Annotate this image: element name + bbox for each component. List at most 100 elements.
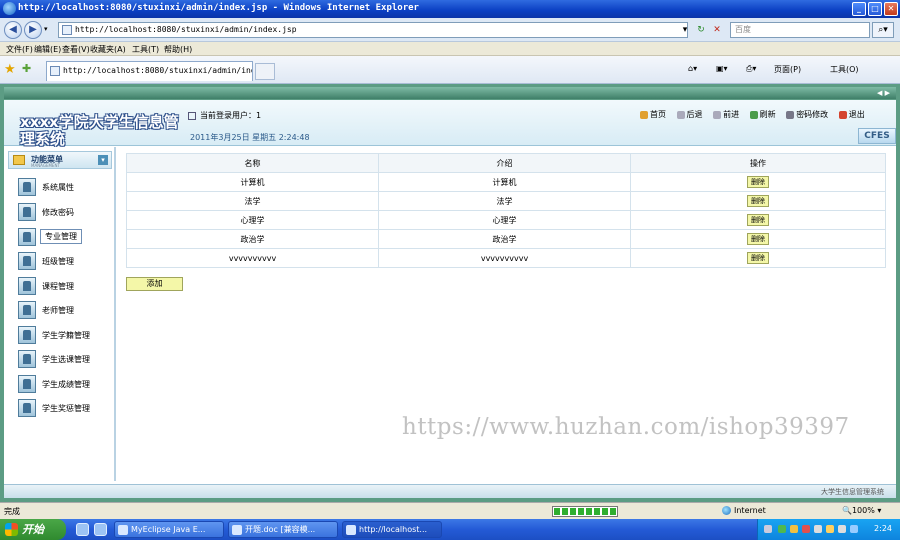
quicklaunch-desktop-icon[interactable] — [76, 523, 89, 536]
zoom-level[interactable]: 🔍100% ▾ — [842, 506, 881, 515]
table-header-row: 名称 介绍 操作 — [126, 153, 886, 173]
stop-icon[interactable]: ✕ — [710, 22, 724, 38]
print-icon[interactable]: ⎙▾ — [746, 64, 756, 74]
sidebar-item-student-record[interactable]: 学生学籍管理 — [18, 325, 108, 345]
app-content: xxxx学院大学生信息管理系统 当前登录用户：1 2011年3月25日 星期五 … — [4, 100, 896, 498]
nav-change-password[interactable]: 密码修改 — [786, 109, 828, 120]
window-title-bar: http://localhost:8080/stuxinxi/admin/ind… — [0, 0, 900, 18]
menu-edit[interactable]: 编辑(E) — [34, 44, 61, 55]
table-row: vvvvvvvvvv vvvvvvvvvv 删除 — [126, 248, 886, 268]
tools-menu[interactable]: 工具(O) — [830, 64, 859, 75]
new-tab-button[interactable] — [255, 63, 275, 80]
forward-icon — [713, 110, 722, 119]
address-dropdown-icon[interactable]: ▾ — [678, 22, 692, 38]
sidebar-item-label: 班级管理 — [42, 257, 74, 266]
column-header-name: 名称 — [126, 153, 379, 173]
tray-keyboard-icon[interactable] — [764, 525, 772, 533]
folder-icon — [13, 155, 25, 165]
sidebar-item-rewards[interactable]: 学生奖惩管理 — [18, 398, 108, 418]
menu-subtitle: MANAGEMENT — [31, 163, 60, 168]
delete-button[interactable]: 删除 — [747, 214, 769, 226]
window-title: http://localhost:8080/stuxinxi/admin/ind… — [18, 3, 419, 13]
collapse-toggle-icon[interactable]: ▾ — [98, 155, 108, 165]
main-content: 名称 介绍 操作 计算机 计算机 删除 法学 法学 删除 心理学 心理学 删除 … — [126, 153, 886, 291]
delete-button[interactable]: 删除 — [747, 252, 769, 264]
forward-button[interactable]: ▶ — [24, 21, 42, 39]
menu-help[interactable]: 帮助(H) — [164, 44, 192, 55]
tray-user-icon[interactable] — [826, 525, 834, 533]
start-button[interactable]: 开始 — [0, 519, 66, 540]
address-text: http://localhost:8080/stuxinxi/admin/ind… — [75, 25, 297, 34]
sidebar-item-system[interactable]: 系统属性 — [18, 177, 108, 197]
module-icon — [18, 277, 36, 295]
sidebar-item-teacher[interactable]: 老师管理 — [18, 300, 108, 320]
nav-home[interactable]: 首页 — [640, 109, 666, 120]
minimize-button[interactable]: _ — [852, 2, 866, 16]
module-icon — [18, 301, 36, 319]
logout-icon — [838, 110, 847, 119]
column-header-intro: 介绍 — [378, 153, 631, 173]
datetime: 2011年3月25日 星期五 2:24:48 — [190, 133, 310, 142]
ie-logo-icon — [3, 2, 16, 15]
tray-misc-icon[interactable] — [850, 525, 858, 533]
sidebar-item-password[interactable]: 修改密码 — [18, 202, 108, 222]
zone-text: Internet — [734, 506, 766, 515]
task-icon — [232, 525, 242, 535]
sidebar-item-label: 课程管理 — [42, 282, 74, 291]
tray-volume-icon[interactable] — [838, 525, 846, 533]
tray-network-icon[interactable] — [814, 525, 822, 533]
add-button[interactable]: 添加 — [126, 277, 183, 291]
refresh-icon[interactable]: ↻ — [694, 22, 708, 38]
sidebar-item-label: 老师管理 — [42, 306, 74, 315]
page-menu[interactable]: 页面(P) — [774, 64, 801, 75]
delete-button[interactable]: 删除 — [747, 233, 769, 245]
tray-qq-icon[interactable] — [790, 525, 798, 533]
task-ie[interactable]: http://localhost... — [342, 521, 442, 538]
maximize-button[interactable]: □ — [868, 2, 882, 16]
favorites-star-icon[interactable]: ★ — [4, 62, 16, 77]
status-bar: 完成 Internet 🔍100% ▾ — [0, 502, 900, 519]
menu-tools[interactable]: 工具(T) — [132, 44, 159, 55]
app-footer: 大学生信息管理系统 — [4, 484, 896, 498]
sidebar-item-label: 学生学籍管理 — [42, 331, 90, 340]
tab-current[interactable]: http://localhost:8080/stuxinxi/admin/ind… — [46, 61, 253, 81]
menu-favorites[interactable]: 收藏夹(A) — [90, 44, 126, 55]
search-input[interactable]: 百度 — [730, 22, 870, 38]
quicklaunch-ie-icon[interactable] — [94, 523, 107, 536]
nav-logout[interactable]: 退出 — [838, 109, 865, 120]
address-toolbar: ◀ ▶ ▾ http://localhost:8080/stuxinxi/adm… — [0, 18, 900, 42]
menu-file[interactable]: 文件(F) — [6, 44, 33, 55]
sidebar-item-major[interactable]: 专业管理 — [18, 227, 108, 247]
task-label: 开题.doc [兼容模... — [245, 525, 316, 534]
menu-view[interactable]: 查看(V) — [62, 44, 90, 55]
delete-button[interactable]: 删除 — [747, 195, 769, 207]
nav-arrows-icon[interactable]: ◀ ▶ — [877, 87, 890, 99]
address-field[interactable]: http://localhost:8080/stuxinxi/admin/ind… — [58, 22, 688, 38]
history-dropdown-icon[interactable]: ▾ — [44, 25, 48, 33]
task-myeclipse[interactable]: MyEclipse Java E... — [114, 521, 224, 538]
sidebar-item-course-selection[interactable]: 学生选课管理 — [18, 349, 108, 369]
delete-button[interactable]: 删除 — [747, 176, 769, 188]
sidebar-item-class[interactable]: 班级管理 — [18, 251, 108, 271]
sidebar-item-course[interactable]: 课程管理 — [18, 276, 108, 296]
nav-refresh[interactable]: 刷新 — [749, 109, 776, 120]
cell-name: 法学 — [126, 191, 379, 211]
home-icon[interactable]: ⌂▾ — [688, 64, 697, 73]
back-button[interactable]: ◀ — [4, 21, 22, 39]
feeds-icon[interactable]: ▣▾ — [716, 64, 728, 73]
task-word-doc[interactable]: 开题.doc [兼容模... — [228, 521, 338, 538]
cell-name: 心理学 — [126, 210, 379, 230]
search-icon[interactable]: ⌕▾ — [872, 22, 894, 38]
refresh-icon — [749, 110, 758, 119]
cell-name: vvvvvvvvvv — [126, 248, 379, 268]
sidebar-item-grades[interactable]: 学生成绩管理 — [18, 374, 108, 394]
nav-back[interactable]: 后退 — [676, 109, 703, 120]
nav-forward[interactable]: 前进 — [713, 109, 739, 120]
tray-status-icon[interactable] — [778, 525, 786, 533]
add-favorites-icon[interactable]: ✚ — [22, 62, 31, 75]
top-nav: 首页 后退 前进 刷新 密码修改 退出 — [640, 109, 873, 120]
module-icon — [18, 326, 36, 344]
close-window-button[interactable]: ✕ — [884, 2, 898, 16]
tray-security-icon[interactable] — [802, 525, 810, 533]
cell-action: 删除 — [630, 191, 886, 211]
